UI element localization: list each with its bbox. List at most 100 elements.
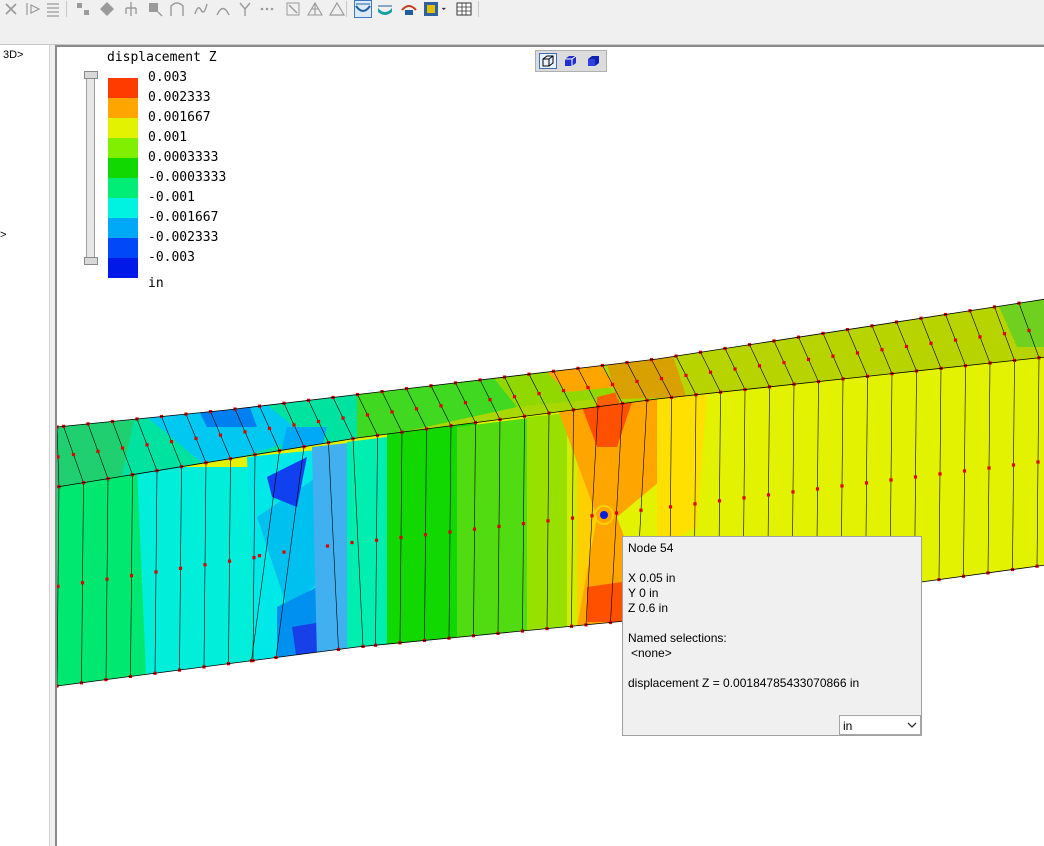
slider-top-handle[interactable] [84,71,98,79]
node-select-icon[interactable] [74,0,92,18]
table-icon[interactable] [455,0,473,18]
node-marker[interactable] [782,360,786,365]
node-marker[interactable] [1036,460,1040,464]
node-marker[interactable] [521,522,526,526]
arch-icon[interactable] [168,0,186,18]
dropdown-arrow-icon[interactable] [441,0,451,18]
arrow-box-icon[interactable] [284,0,302,18]
node-marker[interactable] [987,466,991,470]
node-marker[interactable] [929,341,933,345]
node-marker[interactable] [904,344,909,349]
node-marker[interactable] [889,478,893,482]
node-marker[interactable] [668,505,673,509]
unit-select[interactable]: in [839,715,921,735]
node-marker[interactable] [791,490,795,494]
node-marker[interactable] [561,388,566,393]
node-marker[interactable] [831,354,835,358]
node-marker[interactable] [586,385,590,390]
node-marker[interactable] [292,423,296,427]
delete-icon[interactable] [2,0,20,18]
shaded-view-icon[interactable] [562,53,580,69]
node-marker[interactable] [693,502,697,506]
node-marker[interactable] [684,373,688,378]
node-marker[interactable] [350,540,354,545]
node-marker[interactable] [635,379,639,384]
load-icon[interactable] [146,0,164,18]
deformed-shape-icon[interactable] [354,0,372,18]
node-marker[interactable] [178,566,183,570]
node-marker[interactable] [390,410,394,414]
node-marker[interactable] [169,440,174,444]
node-marker[interactable] [880,348,884,352]
node-marker[interactable] [855,351,860,355]
slider-bottom-handle[interactable] [84,257,98,265]
node-marker[interactable] [978,335,982,339]
dots-icon[interactable] [258,0,276,18]
element-select-icon[interactable] [98,0,116,18]
node-marker[interactable] [708,370,713,374]
node-marker[interactable] [57,584,60,588]
node-marker[interactable] [1011,463,1016,467]
film-icon[interactable] [422,0,440,18]
node-marker[interactable] [414,407,419,411]
node-marker[interactable] [399,535,403,540]
support-icon[interactable] [122,0,140,18]
node-marker[interactable] [325,544,330,548]
node-marker[interactable] [243,430,247,434]
node-marker[interactable] [194,436,198,440]
node-marker[interactable] [488,398,492,402]
node-marker[interactable] [218,433,223,437]
node-marker[interactable] [742,496,746,500]
node-marker[interactable] [267,426,272,431]
contour-icon[interactable] [376,0,394,18]
node-marker[interactable] [766,493,771,497]
node-marker[interactable] [962,469,967,473]
node-marker[interactable] [129,573,134,578]
expand-arrow[interactable]: > [0,229,6,241]
node-marker[interactable] [1002,332,1007,336]
curve-icon[interactable] [214,0,232,18]
node-marker[interactable] [610,382,615,387]
node-marker[interactable] [439,404,443,408]
node-marker[interactable] [512,395,517,399]
node-marker[interactable] [570,516,575,520]
node-marker[interactable] [590,514,594,518]
node-marker[interactable] [953,338,958,342]
node-marker[interactable] [815,487,820,491]
spring-icon[interactable] [192,0,210,18]
animation-icon[interactable] [400,0,418,18]
wireframe-view-icon[interactable] [539,53,557,69]
align-icon[interactable] [44,0,62,18]
triangle-mesh-icon[interactable] [306,0,324,18]
node-marker[interactable] [105,577,109,581]
node-marker[interactable] [472,527,477,531]
mirror-icon[interactable] [24,0,42,18]
selected-node-marker[interactable] [600,511,608,519]
view-3d-label[interactable]: 3D> [3,49,24,61]
node-marker[interactable] [423,533,428,537]
node-marker[interactable] [365,413,370,417]
node-marker[interactable] [840,484,844,488]
node-marker[interactable] [71,452,76,457]
node-marker[interactable] [57,455,60,459]
node-marker[interactable] [257,554,262,558]
triangle-icon[interactable] [328,0,346,18]
node-marker[interactable] [282,550,286,554]
node-marker[interactable] [448,530,452,534]
node-marker[interactable] [203,563,207,567]
node-marker[interactable] [757,364,762,368]
node-marker[interactable] [864,481,869,485]
node-marker[interactable] [546,519,550,523]
node-marker[interactable] [154,570,158,574]
node-marker[interactable] [913,475,918,479]
node-marker[interactable] [806,357,811,361]
node-marker[interactable] [227,559,232,563]
node-marker[interactable] [463,401,468,405]
node-marker[interactable] [614,511,619,515]
node-marker[interactable] [733,367,737,371]
node-marker[interactable] [120,446,125,450]
node-marker[interactable] [316,419,321,424]
solid-view-icon[interactable] [585,53,603,69]
node-marker[interactable] [96,449,100,453]
model-viewport[interactable]: displacement Z 0.003 0.002333 0.001667 0.00… [55,45,1044,846]
